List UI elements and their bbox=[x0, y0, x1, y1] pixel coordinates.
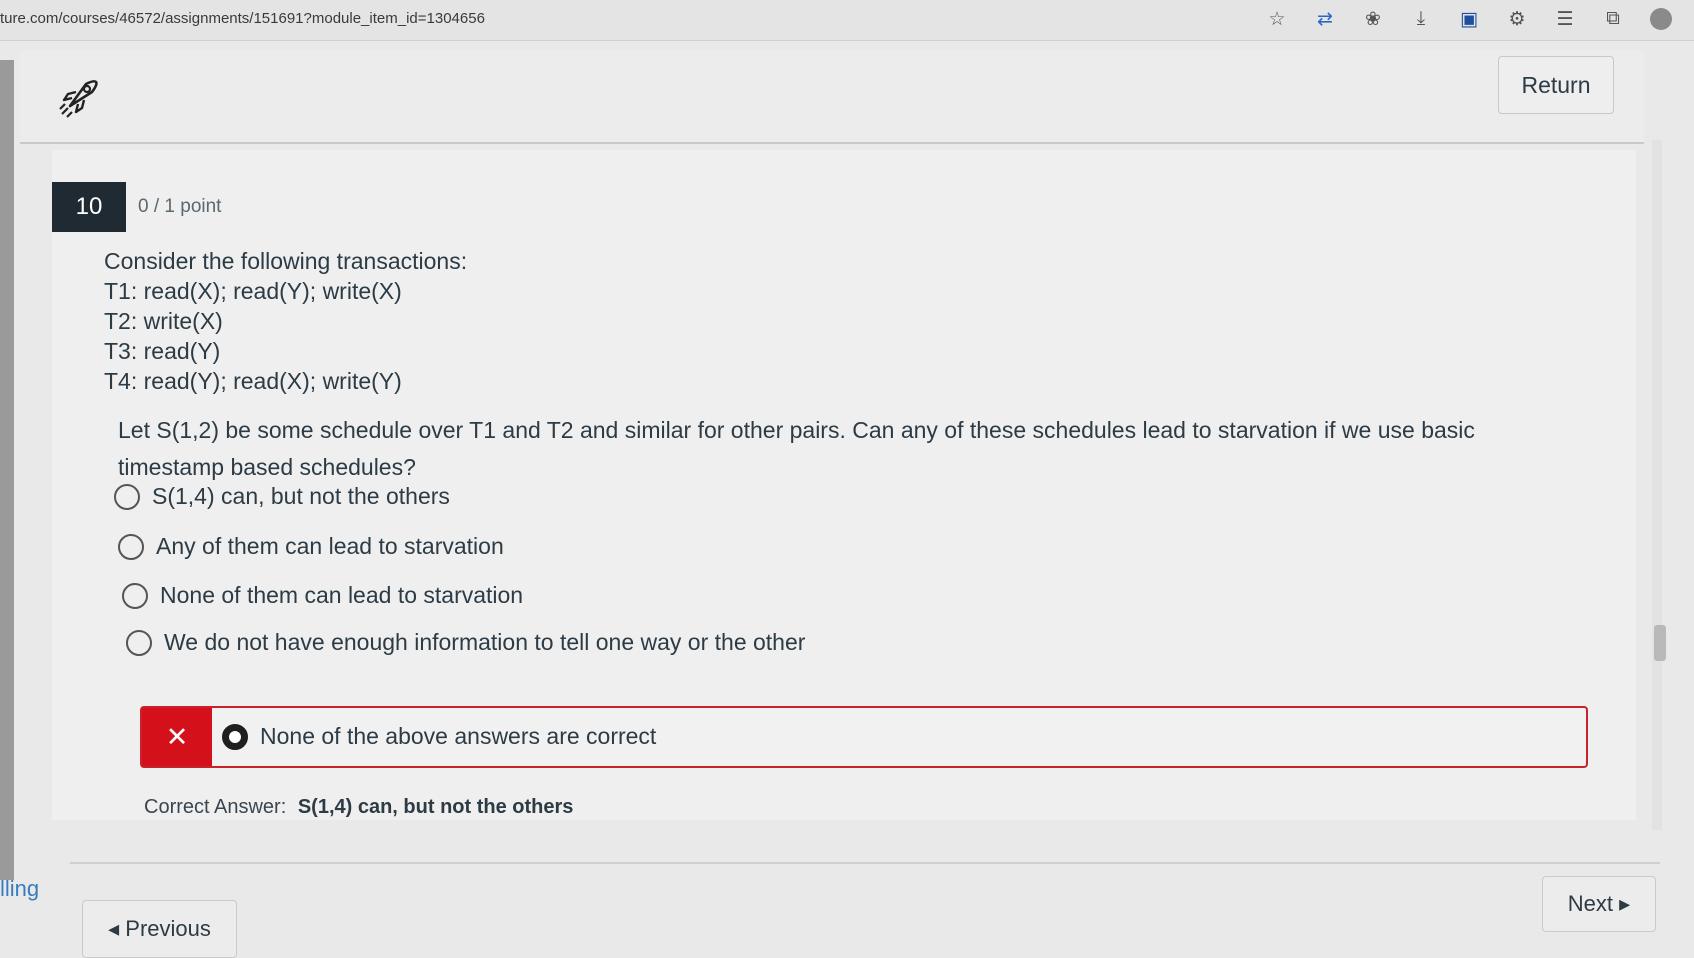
answer-option-label: We do not have enough information to tel… bbox=[164, 629, 806, 655]
radio-button[interactable] bbox=[122, 582, 148, 609]
radio-button-selected[interactable] bbox=[222, 723, 248, 750]
favorite-star-icon[interactable]: ☆ bbox=[1264, 6, 1290, 32]
app-icon[interactable]: ▣ bbox=[1456, 6, 1482, 32]
next-button[interactable]: Next ▸ bbox=[1542, 876, 1656, 932]
incorrect-x-icon: ✕ bbox=[142, 708, 212, 766]
download-icon[interactable]: ⤓ bbox=[1408, 6, 1434, 32]
answer-option-label: None of the above answers are correct bbox=[260, 723, 657, 749]
correct-answer-label: Correct Answer: bbox=[144, 796, 287, 818]
answer-option[interactable]: S(1,4) can, but not the others bbox=[114, 483, 450, 510]
answer-option[interactable]: We do not have enough information to tel… bbox=[126, 629, 805, 656]
left-sidebar-edge bbox=[0, 60, 14, 880]
previous-button[interactable]: ◂ Previous bbox=[82, 900, 237, 958]
question-line: Consider the following transactions: bbox=[104, 248, 468, 274]
correct-answer-value: S(1,4) can, but not the others bbox=[297, 796, 574, 818]
radio-button[interactable] bbox=[126, 629, 152, 656]
radio-button[interactable] bbox=[118, 533, 144, 560]
scrollbar-track[interactable] bbox=[1652, 140, 1662, 830]
browser-address-bar: ture.com/courses/46572/assignments/15169… bbox=[0, 0, 1694, 41]
question-number: 10 bbox=[52, 182, 126, 232]
question-text: Consider the following transactions: T1:… bbox=[104, 246, 467, 396]
answer-option[interactable]: Any of them can lead to starvation bbox=[118, 533, 504, 560]
question-prompt: Let S(1,2) be some schedule over T1 and … bbox=[118, 417, 1475, 480]
favorites-list-icon[interactable]: ☰ bbox=[1552, 6, 1578, 32]
footer-divider bbox=[70, 862, 1660, 864]
question-card: 10 0 / 1 point Consider the following tr… bbox=[52, 150, 1636, 820]
question-line: T1: read(X); read(Y); write(X) bbox=[104, 278, 402, 304]
answer-option[interactable]: None of the above answers are correct bbox=[222, 723, 656, 750]
radio-button[interactable] bbox=[114, 483, 140, 510]
selected-wrong-answer[interactable]: ✕ None of the above answers are correct bbox=[140, 706, 1588, 768]
answer-option-label: Any of them can lead to starvation bbox=[156, 533, 504, 559]
page-header: Return bbox=[20, 50, 1644, 144]
translate-icon[interactable]: ⇄ bbox=[1312, 6, 1338, 32]
return-button[interactable]: Return bbox=[1498, 56, 1614, 114]
question-line: T3: read(Y) bbox=[104, 338, 221, 364]
question-points: 0 / 1 point bbox=[138, 196, 222, 217]
answer-option-label: None of them can lead to starvation bbox=[160, 582, 524, 608]
extension-icon[interactable]: ❀ bbox=[1360, 6, 1386, 32]
browser-toolbar: ☆ ⇄ ❀ ⤓ ▣ ⚙ ☰ ⧉ bbox=[1264, 6, 1674, 32]
correct-answer: Correct Answer: S(1,4) can, but not the … bbox=[144, 796, 573, 819]
rocket-icon bbox=[56, 76, 100, 125]
profile-icon[interactable] bbox=[1648, 6, 1674, 32]
answer-option-label: S(1,4) can, but not the others bbox=[152, 483, 450, 509]
answer-option[interactable]: None of them can lead to starvation bbox=[122, 582, 523, 609]
question-line: T4: read(Y); read(X); write(Y) bbox=[104, 368, 402, 394]
side-nav-text[interactable]: lling bbox=[0, 876, 39, 902]
scrollbar-thumb[interactable] bbox=[1654, 625, 1666, 661]
question-line: T2: write(X) bbox=[104, 308, 223, 334]
collections-icon[interactable]: ⧉ bbox=[1600, 6, 1626, 32]
puzzle-icon[interactable]: ⚙ bbox=[1504, 6, 1530, 32]
url-text[interactable]: ture.com/courses/46572/assignments/15169… bbox=[0, 10, 485, 27]
